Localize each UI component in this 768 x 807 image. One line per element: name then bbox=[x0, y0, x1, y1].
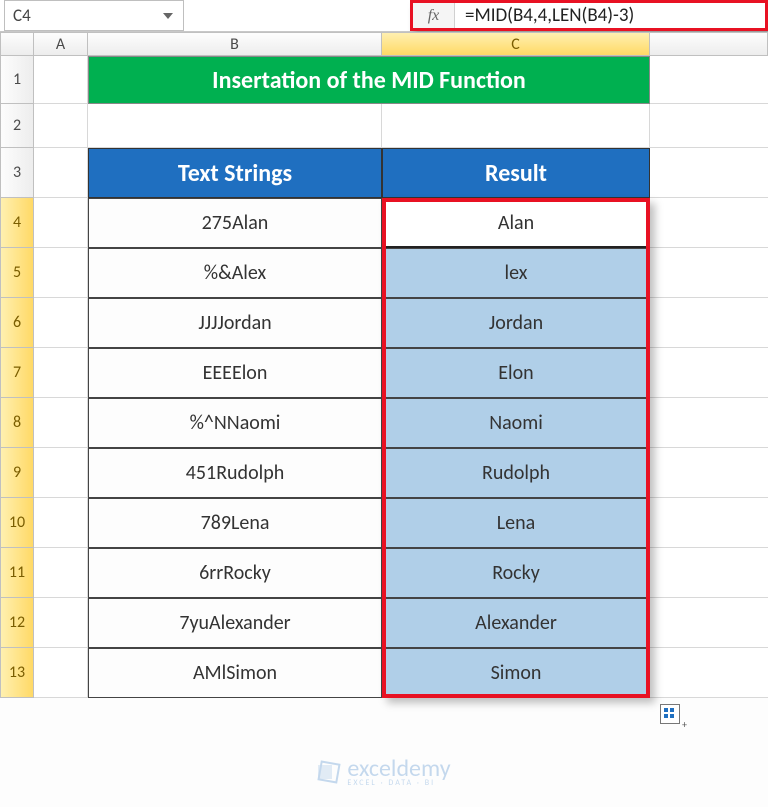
fx-icon[interactable]: fx bbox=[413, 3, 455, 28]
cell-C4[interactable]: Alan bbox=[382, 198, 650, 248]
cell-B11[interactable]: 6rrRocky bbox=[88, 548, 382, 598]
cell-blank[interactable] bbox=[650, 348, 768, 398]
cell-C11[interactable]: Rocky bbox=[382, 548, 650, 598]
cell-A3[interactable] bbox=[34, 148, 88, 198]
row-header-11[interactable]: 11 bbox=[0, 548, 34, 598]
cell-blank[interactable] bbox=[650, 448, 768, 498]
cell-B5[interactable]: %&Alex bbox=[88, 248, 382, 298]
cell-A[interactable] bbox=[34, 298, 88, 348]
cell-B4[interactable]: 275Alan bbox=[88, 198, 382, 248]
cell-grid: Insertation of the MID Function Text Str… bbox=[34, 56, 768, 698]
cell-A1[interactable] bbox=[34, 56, 88, 104]
cell-A[interactable] bbox=[34, 548, 88, 598]
cell-A[interactable] bbox=[34, 348, 88, 398]
cell-blank[interactable] bbox=[650, 548, 768, 598]
cell-blank[interactable] bbox=[650, 598, 768, 648]
header-text-strings[interactable]: Text Strings bbox=[88, 148, 382, 198]
cell-C13[interactable]: Simon bbox=[382, 648, 650, 698]
row-header-12[interactable]: 12 bbox=[0, 598, 34, 648]
cell-A[interactable] bbox=[34, 598, 88, 648]
cell-blank[interactable] bbox=[650, 648, 768, 698]
row-headers: 1 2 3 4 5 6 7 8 9 10 11 12 13 bbox=[0, 56, 34, 698]
row-header-4[interactable]: 4 bbox=[0, 198, 34, 248]
cell-blank[interactable] bbox=[650, 104, 768, 148]
cell-A[interactable] bbox=[34, 398, 88, 448]
header-result[interactable]: Result bbox=[382, 148, 650, 198]
cell-C5[interactable]: lex bbox=[382, 248, 650, 298]
row-header-13[interactable]: 13 bbox=[0, 648, 34, 698]
col-header-C[interactable]: C bbox=[382, 32, 650, 56]
row-header-5[interactable]: 5 bbox=[0, 248, 34, 298]
formula-bar: C4 fx =MID(B4,4,LEN(B4)-3) bbox=[0, 0, 768, 32]
exceldemy-logo-icon bbox=[317, 760, 341, 784]
worksheet: A B C 1 2 3 4 5 6 7 8 9 10 11 12 13 Inse… bbox=[0, 32, 768, 698]
cell-A[interactable] bbox=[34, 498, 88, 548]
cell-C6[interactable]: Jordan bbox=[382, 298, 650, 348]
cell-C2[interactable] bbox=[382, 104, 650, 148]
cell-blank[interactable] bbox=[650, 198, 768, 248]
cell-blank[interactable] bbox=[650, 148, 768, 198]
row-header-6[interactable]: 6 bbox=[0, 298, 34, 348]
name-box[interactable]: C4 bbox=[4, 0, 184, 31]
cell-B10[interactable]: 789Lena bbox=[88, 498, 382, 548]
select-all-corner[interactable] bbox=[0, 32, 34, 56]
cell-B13[interactable]: AMlSimon bbox=[88, 648, 382, 698]
row-header-3[interactable]: 3 bbox=[0, 148, 34, 198]
cell-B12[interactable]: 7yuAlexander bbox=[88, 598, 382, 648]
watermark: exceldemy EXCEL · DATA · BI bbox=[0, 757, 768, 787]
cell-blank[interactable] bbox=[650, 56, 768, 104]
cell-C8[interactable]: Naomi bbox=[382, 398, 650, 448]
formula-input[interactable]: =MID(B4,4,LEN(B4)-3) bbox=[455, 3, 765, 28]
cell-A[interactable] bbox=[34, 198, 88, 248]
cell-B2[interactable] bbox=[88, 104, 382, 148]
watermark-sub: EXCEL · DATA · BI bbox=[347, 779, 450, 787]
cell-A[interactable] bbox=[34, 448, 88, 498]
autofill-options-button[interactable]: + bbox=[660, 704, 680, 724]
formula-bar-highlight: fx =MID(B4,4,LEN(B4)-3) bbox=[410, 0, 768, 31]
row-header-7[interactable]: 7 bbox=[0, 348, 34, 398]
active-cell-reference: C4 bbox=[13, 5, 163, 26]
cell-C12[interactable]: Alexander bbox=[382, 598, 650, 648]
cell-blank[interactable] bbox=[650, 398, 768, 448]
chevron-down-icon[interactable] bbox=[163, 13, 173, 19]
cell-A[interactable] bbox=[34, 248, 88, 298]
col-header-blank[interactable] bbox=[650, 32, 768, 56]
cell-A2[interactable] bbox=[34, 104, 88, 148]
row-header-10[interactable]: 10 bbox=[0, 498, 34, 548]
cell-C7[interactable]: Elon bbox=[382, 348, 650, 398]
row-header-2[interactable]: 2 bbox=[0, 104, 34, 148]
cell-B6[interactable]: JJJJordan bbox=[88, 298, 382, 348]
cell-blank[interactable] bbox=[650, 248, 768, 298]
cell-A[interactable] bbox=[34, 648, 88, 698]
autofill-icon bbox=[664, 708, 676, 720]
cell-blank[interactable] bbox=[650, 298, 768, 348]
cell-C9[interactable]: Rudolph bbox=[382, 448, 650, 498]
column-headers: A B C bbox=[0, 32, 768, 56]
cell-C10[interactable]: Lena bbox=[382, 498, 650, 548]
col-header-B[interactable]: B bbox=[88, 32, 382, 56]
row-header-8[interactable]: 8 bbox=[0, 398, 34, 448]
title-cell[interactable]: Insertation of the MID Function bbox=[88, 56, 650, 104]
cell-blank[interactable] bbox=[650, 498, 768, 548]
row-header-9[interactable]: 9 bbox=[0, 448, 34, 498]
col-header-A[interactable]: A bbox=[34, 32, 88, 56]
row-header-1[interactable]: 1 bbox=[0, 56, 34, 104]
cell-B7[interactable]: EEEElon bbox=[88, 348, 382, 398]
cell-B9[interactable]: 451Rudolph bbox=[88, 448, 382, 498]
watermark-text: exceldemy bbox=[347, 757, 450, 781]
cell-B8[interactable]: %^NNaomi bbox=[88, 398, 382, 448]
